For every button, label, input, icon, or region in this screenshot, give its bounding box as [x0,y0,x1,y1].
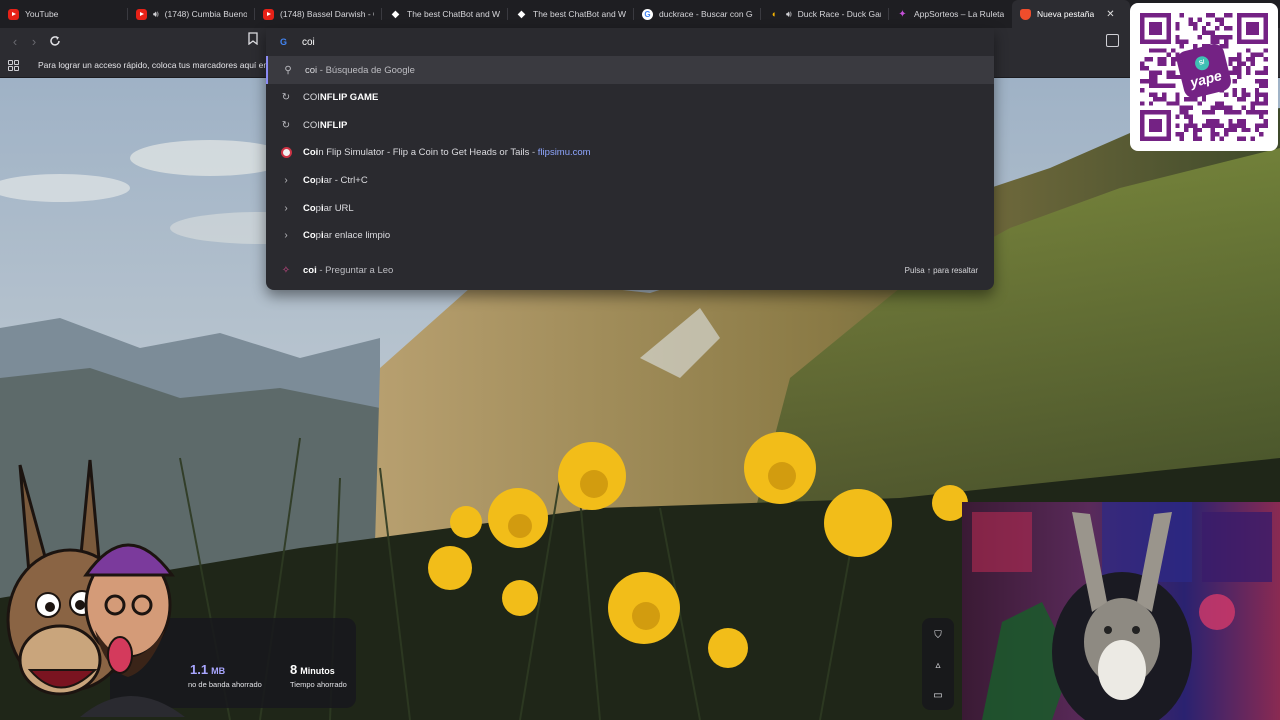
donkey-mascot-sticker [6,459,185,717]
leo-icon: ✧ [281,264,291,276]
brave-icon [1020,8,1031,20]
youtube-icon [8,8,19,20]
chevron-right-icon: › [284,202,288,214]
suggestion-row[interactable]: › Copiar - Ctrl+C [266,166,994,194]
tab-title: duckrace - Buscar con Goo [659,9,753,19]
ask-leo-suggestion[interactable]: ✧ coi - Preguntar a Leo Pulsa ↑ para res… [266,256,994,284]
tab-strip: YouTube 🔊︎ (1748) Cumbia Bueno (1748) Ba… [0,0,1280,28]
history-icon: ↻ [281,119,291,131]
webcam-video-image [972,502,1272,720]
tab-title: (1748) Bassel Darwish - Cr [280,9,374,19]
sidebar-toggle-icon[interactable] [1106,34,1119,47]
address-bar[interactable]: G [266,28,994,56]
tab-title: The best ChatBot and Wid [407,9,500,19]
tab-new-tab[interactable]: Nueva pestaña ✕ [1012,0,1130,28]
chatbot-icon: ◆ [391,8,400,20]
chatbot-icon: ◆ [517,8,526,20]
suggestion-text: Coin Flip Simulator - Flip a Coin to Get… [303,147,591,159]
suggestion-row[interactable]: ↻ COINFLIP [266,111,994,139]
tab-chatbot-1[interactable]: ◆ The best ChatBot and Wid [382,0,508,28]
bookmarks-hint-text: Para lograr un acceso rápido, coloca tus… [38,60,266,70]
tab-youtube[interactable]: YouTube [0,0,128,28]
customize-icon[interactable]: ▭ [931,688,945,702]
tab-title: Nueva pestaña [1037,9,1095,19]
suggestion-row[interactable]: Coin Flip Simulator - Flip a Coin to Get… [266,139,994,167]
suggestion-text: Copiar - Ctrl+C [303,174,368,186]
youtube-icon [263,8,274,20]
back-button[interactable]: ‹ [5,31,25,51]
reload-button[interactable] [45,31,65,51]
close-icon[interactable]: ✕ [1106,9,1114,20]
forward-button[interactable]: › [24,31,44,51]
google-icon: G [642,8,653,20]
suggestion-row[interactable]: › Copiar URL [266,194,994,222]
speaker-icon[interactable]: 🔊︎ [153,9,159,20]
search-icon: ⚲ [284,64,292,76]
suggestion-row[interactable]: ↻ COINFLIP GAME [266,84,994,112]
bandwidth-saved-label: no de banda ahorrado [188,680,262,689]
history-icon: ↻ [281,92,291,104]
tab-title: (1748) Cumbia Bueno [164,9,247,19]
tab-title: Duck Race - Duck Gam [797,9,881,19]
tab-chatbot-2[interactable]: ◆ The best ChatBot and Wid [508,0,634,28]
speaker-icon[interactable]: 🔊︎ [786,9,792,20]
tab-duck-race[interactable]: ◐ 🔊︎ Duck Race - Duck Gam [761,0,889,28]
shield-icon[interactable]: ⛉ [931,628,945,642]
tab-duckrace-search[interactable]: G duckrace - Buscar con Goo [634,0,761,28]
webcam-overlay [962,502,1280,720]
highlight-hint: Pulsa ↑ para resaltar [904,265,978,275]
suggestion-row[interactable]: › Copiar enlace limpio [266,222,994,250]
tab-appsorteos[interactable]: ✦ AppSorteos – La Ruleta de [889,0,1012,28]
suggestion-url: flipsimu.com [537,147,591,159]
tab-title: AppSorteos – La Ruleta de [914,9,1004,19]
new-tab-controls: ⛉ ▵ ▭ [922,618,954,710]
bookmark-icon [248,32,258,46]
chevron-right-icon: › [284,174,288,186]
suggestion-text: coi - Preguntar a Leo [303,264,394,276]
address-input[interactable] [302,34,902,50]
suggestion-text: Copiar enlace limpio [303,230,391,242]
suggestion-text: coi - Búsqueda de Google [305,64,415,76]
bookmark-button[interactable] [248,32,262,48]
apps-grid-icon[interactable] [8,60,19,71]
duck-icon: ◐ [771,9,778,19]
youtube-icon [136,8,147,20]
tab-cumbia[interactable]: 🔊︎ (1748) Cumbia Bueno [128,0,255,28]
suggestion-text: COINFLIP [303,119,348,131]
chevron-right-icon: › [284,230,288,242]
tab-bassel[interactable]: (1748) Bassel Darwish - Cr [255,0,382,28]
time-saved-label: Tiempo ahorrado [290,680,347,689]
tab-title: YouTube [25,9,59,19]
reload-icon [50,36,60,46]
suggestion-row[interactable]: ⚲ coi - Búsqueda de Google [266,56,994,84]
yape-qr-code: S/ yape [1130,3,1278,151]
google-icon: G [280,37,288,47]
time-saved-value: 8 Minutos [290,662,335,677]
suggestion-text: Copiar URL [303,202,354,214]
omnibox-dropdown: G ⚲ coi - Búsqueda de Google ↻ COINFLIP GAM… [266,28,994,290]
suggestion-text: COINFLIP GAME [303,92,379,104]
tab-title: The best ChatBot and Wid [533,9,626,19]
mountain-icon[interactable]: ▵ [931,658,945,672]
flipsimu-icon [280,147,292,159]
bandwidth-saved-value: 1.1 MB [190,662,226,677]
appsorteos-icon: ✦ [898,8,907,20]
